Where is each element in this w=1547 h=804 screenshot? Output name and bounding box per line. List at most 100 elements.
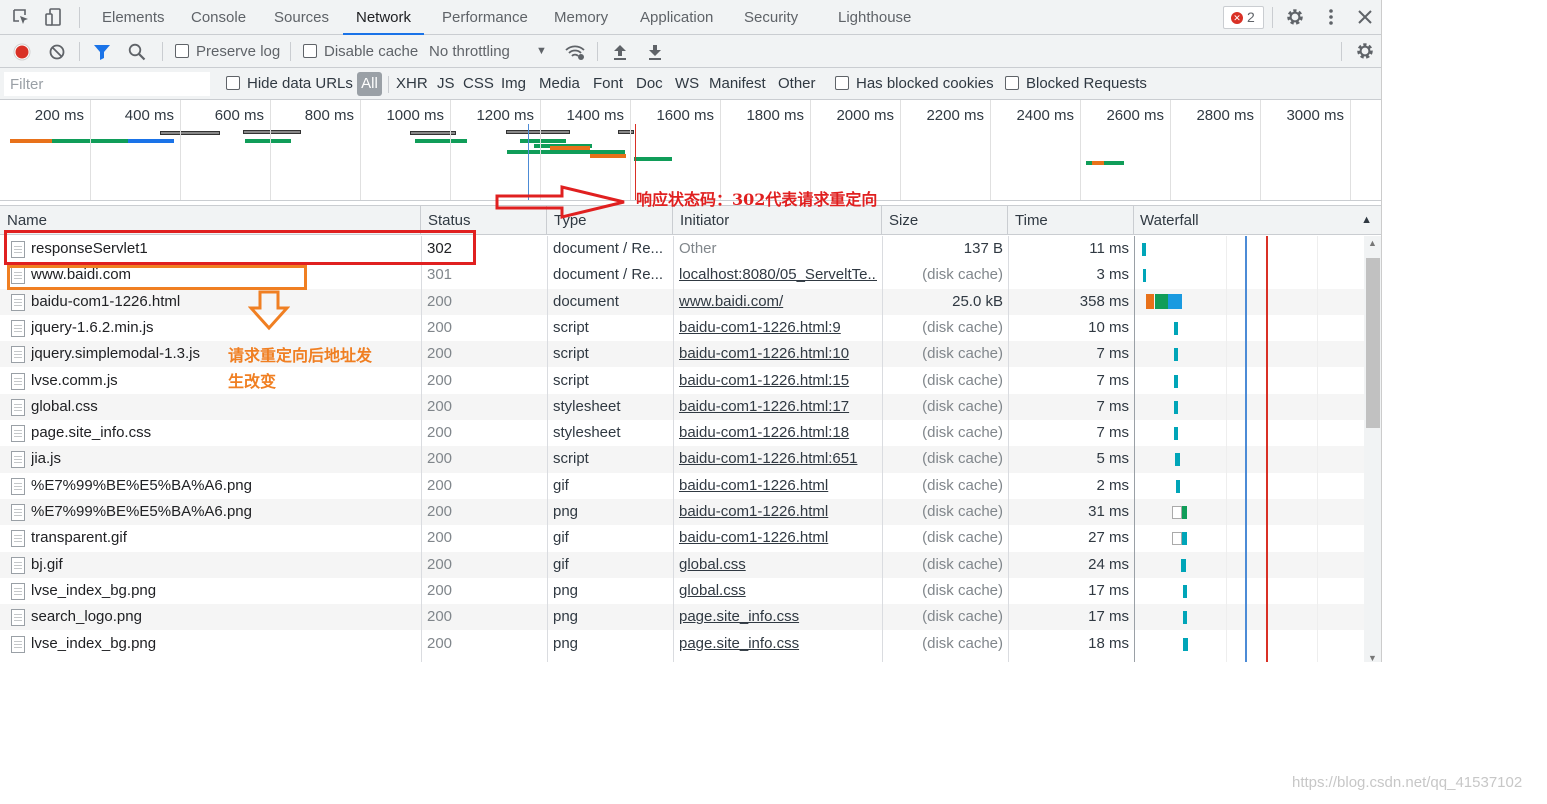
request-time: 27 ms [1088,529,1129,547]
annotation-right-arrow-icon [495,185,625,219]
filter-type-ws[interactable]: WS [675,68,699,100]
column-initiator[interactable]: Initiator [673,206,882,235]
file-document-icon [11,319,25,337]
table-row[interactable]: lvse_index_bg.png 200 png global.css (disk c… [0,578,1364,604]
table-row[interactable]: lvse.comm.js 200 script baidu-com1-1226.htm… [0,368,1364,394]
table-row[interactable]: global.css 200 stylesheet baidu-com1-1226.h… [0,393,1364,421]
request-initiator-link[interactable]: baidu-com1-1226.html [679,473,877,499]
device-toolbar-icon[interactable] [44,7,64,27]
filter-type-all[interactable]: All [357,72,382,96]
filter-type-font[interactable]: Font [593,68,623,100]
divider [290,42,291,61]
vertical-scrollbar[interactable]: ▲ ▼ [1364,236,1381,662]
request-initiator-link[interactable]: www.baidi.com/ [679,289,877,315]
table-row[interactable]: bj.gif 200 gif global.css (disk cache) 24 ms [0,551,1364,578]
request-name: baidu-com1-1226.html [31,292,181,310]
request-initiator-link[interactable]: page.site_info.css [679,604,877,630]
request-initiator-link[interactable]: page.site_info.css [679,631,877,657]
blocked-requests-label: Blocked Requests [1026,75,1147,92]
tab-security[interactable]: Security [744,0,798,35]
checkbox-box[interactable] [175,44,189,58]
overview-tick-label: 2200 ms [926,107,984,124]
filter-type-js[interactable]: JS [437,68,455,100]
filter-type-img[interactable]: Img [501,68,526,100]
request-initiator-link[interactable]: baidu-com1-1226.html [679,525,877,551]
request-initiator-link[interactable]: baidu-com1-1226.html:15 [679,368,877,394]
has-blocked-cookies-checkbox[interactable]: Has blocked cookies [835,68,994,100]
table-row[interactable]: jquery.simplemodal-1.3.js 200 script baidu-… [0,341,1364,368]
column-time[interactable]: Time [1008,206,1134,235]
table-row[interactable]: transparent.gif 200 gif baidu-com1-1226.htm… [0,525,1364,551]
annotation-status-note: 响应状态码：302代表请求重定向 [636,190,878,209]
filter-type-doc[interactable]: Doc [636,68,663,100]
request-initiator-link[interactable]: global.css [679,552,877,578]
network-settings-gear-icon[interactable] [1355,41,1375,65]
scrollbar-thumb[interactable] [1366,258,1380,428]
filter-type-manifest[interactable]: Manifest [709,68,766,100]
tab-sources[interactable]: Sources [274,0,329,35]
scroll-down-icon[interactable]: ▼ [1368,653,1377,662]
table-row[interactable]: jia.js 200 script baidu-com1-1226.html:651 (… [0,446,1364,473]
clear-icon[interactable] [47,42,67,66]
chevron-down-icon[interactable]: ▼ [536,35,547,68]
table-row[interactable]: search_logo.png 200 png page.site_info.css (… [0,604,1364,631]
filter-type-xhr[interactable]: XHR [396,68,428,100]
table-row[interactable]: lvse_index_bg.png 200 png page.site_info.cs… [0,631,1364,657]
tab-console[interactable]: Console [191,0,246,35]
table-row[interactable]: page.site_info.css 200 stylesheet baidu-com… [0,420,1364,446]
export-har-download-icon[interactable] [645,42,665,66]
overview-bar [10,139,52,143]
tab-memory[interactable]: Memory [554,0,608,35]
column-size[interactable]: Size [882,206,1008,235]
throttling-select[interactable]: No throttling [429,35,510,68]
request-initiator-link[interactable]: baidu-com1-1226.html [679,499,877,525]
settings-gear-icon[interactable] [1285,7,1305,27]
request-initiator-link[interactable]: baidu-com1-1226.html:651 [679,446,877,472]
table-row[interactable]: %E7%99%BE%E5%BA%A6.png 200 png baidu-com1-1… [0,499,1364,526]
tab-network[interactable]: Network [343,0,425,35]
request-size: (disk cache) [922,529,1003,547]
error-counter-badge[interactable]: ✕ 2 [1223,6,1264,29]
filter-type-other[interactable]: Other [778,68,816,100]
tab-application[interactable]: Application [640,0,713,35]
filter-input[interactable] [4,72,210,96]
filter-icon[interactable] [92,42,112,66]
checkbox-box[interactable] [303,44,317,58]
table-row[interactable]: baidu-com1-1226.html 200 document www.baidi… [0,288,1364,315]
request-time: 7 ms [1096,424,1129,442]
file-document-icon [11,609,25,627]
disable-cache-checkbox[interactable]: Disable cache [303,35,418,68]
table-row[interactable]: jquery-1.6.2.min.js 200 script baidu-com1-1… [0,315,1364,341]
blocked-requests-checkbox[interactable]: Blocked Requests [1005,68,1147,100]
column-waterfall[interactable]: Waterfall ▲ [1134,206,1381,235]
checkbox-box[interactable] [226,76,240,90]
request-initiator-link[interactable]: localhost:8080/05_ServeltTe... [679,262,877,288]
scroll-up-icon[interactable]: ▲ [1368,238,1377,248]
filter-type-media[interactable]: Media [539,68,580,100]
network-conditions-wifi-icon[interactable] [564,42,586,66]
annotation-redirect-note-line1: 请求重定向后地址发 [228,346,373,365]
search-icon[interactable] [127,42,147,66]
import-har-upload-icon[interactable] [610,42,630,66]
request-initiator-link[interactable]: baidu-com1-1226.html:10 [679,341,877,367]
tab-elements[interactable]: Elements [102,0,165,35]
request-type: png [553,503,579,520]
tab-performance[interactable]: Performance [442,0,528,35]
request-type: document / Re... [553,266,664,284]
request-initiator-link[interactable]: global.css [679,578,877,604]
inspect-element-icon[interactable] [11,7,31,27]
preserve-log-checkbox[interactable]: Preserve log [175,35,280,68]
checkbox-box[interactable] [835,76,849,90]
hide-data-urls-checkbox[interactable]: Hide data URLs [226,68,353,100]
request-initiator-link[interactable]: baidu-com1-1226.html:9 [679,315,877,341]
request-initiator-link[interactable]: baidu-com1-1226.html:17 [679,394,877,420]
table-row[interactable]: %E7%99%BE%E5%BA%A6.png 200 gif baidu-com1-1… [0,473,1364,499]
request-initiator-link[interactable]: baidu-com1-1226.html:18 [679,420,877,446]
checkbox-box[interactable] [1005,76,1019,90]
tab-lighthouse[interactable]: Lighthouse [838,0,911,35]
filter-type-css[interactable]: CSS [463,68,494,100]
record-icon[interactable] [12,42,32,66]
more-options-icon[interactable] [1321,7,1341,27]
request-status: 200 [427,318,453,336]
close-icon[interactable] [1355,7,1375,27]
